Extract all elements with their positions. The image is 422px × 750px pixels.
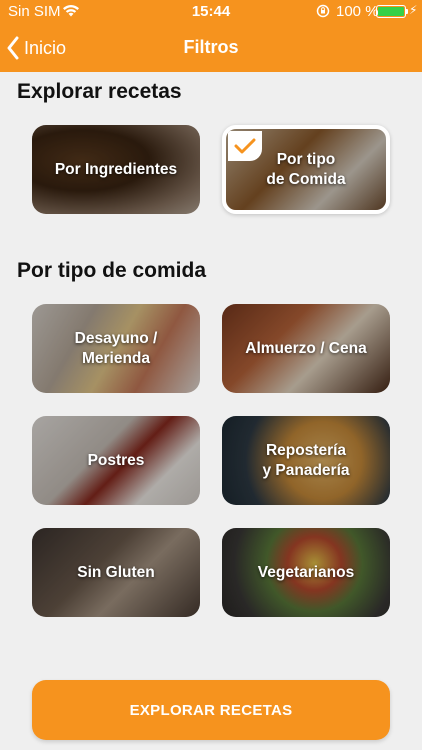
card-vegetarianos[interactable]: Vegetarianos xyxy=(222,528,390,617)
charging-bolt-icon: ⚡ xyxy=(409,3,418,17)
card-por-ingredientes[interactable]: Por Ingredientes xyxy=(32,125,200,214)
card-por-tipo-de-comida[interactable]: Por tipo de Comida xyxy=(222,125,390,214)
page-title: Filtros xyxy=(183,37,239,57)
card-postres[interactable]: Postres xyxy=(32,416,200,505)
card-almuerzo-cena[interactable]: Almuerzo / Cena xyxy=(222,304,390,393)
card-label: Almuerzo / Cena xyxy=(245,339,367,357)
top-bar: Sin SIM 15:44 100 % ⚡ Inicio Filtros xyxy=(0,0,422,72)
checkmark-icon xyxy=(228,131,262,161)
card-label: Vegetarianos xyxy=(257,563,355,581)
explorar-recetas-button-label: EXPLORAR RECETAS xyxy=(129,701,293,719)
navigation-bar: Inicio Filtros xyxy=(0,24,422,72)
card-reposteria-panaderia[interactable]: Repostería y Panadería xyxy=(222,416,390,505)
battery-percent: 100 % xyxy=(336,3,379,20)
card-desayuno-merienda[interactable]: Desayuno / Merienda xyxy=(32,304,200,393)
battery-icon xyxy=(376,5,406,18)
explorar-recetas-button[interactable]: EXPLORAR RECETAS xyxy=(32,680,390,740)
card-label: Desayuno / Merienda xyxy=(74,329,158,367)
card-label: Por tipo de Comida xyxy=(266,150,346,188)
card-label: Repostería y Panadería xyxy=(262,441,350,479)
status-bar: Sin SIM 15:44 100 % ⚡ xyxy=(0,0,422,24)
section-title-type: Por tipo de comida xyxy=(17,259,207,282)
orientation-lock-icon xyxy=(316,4,330,18)
section-title-explore: Explorar recetas xyxy=(17,80,182,103)
card-label: Postres xyxy=(87,451,145,469)
card-label: Sin Gluten xyxy=(77,563,155,581)
battery-tip xyxy=(406,9,408,14)
card-label: Por Ingredientes xyxy=(54,160,178,178)
card-sin-gluten[interactable]: Sin Gluten xyxy=(32,528,200,617)
